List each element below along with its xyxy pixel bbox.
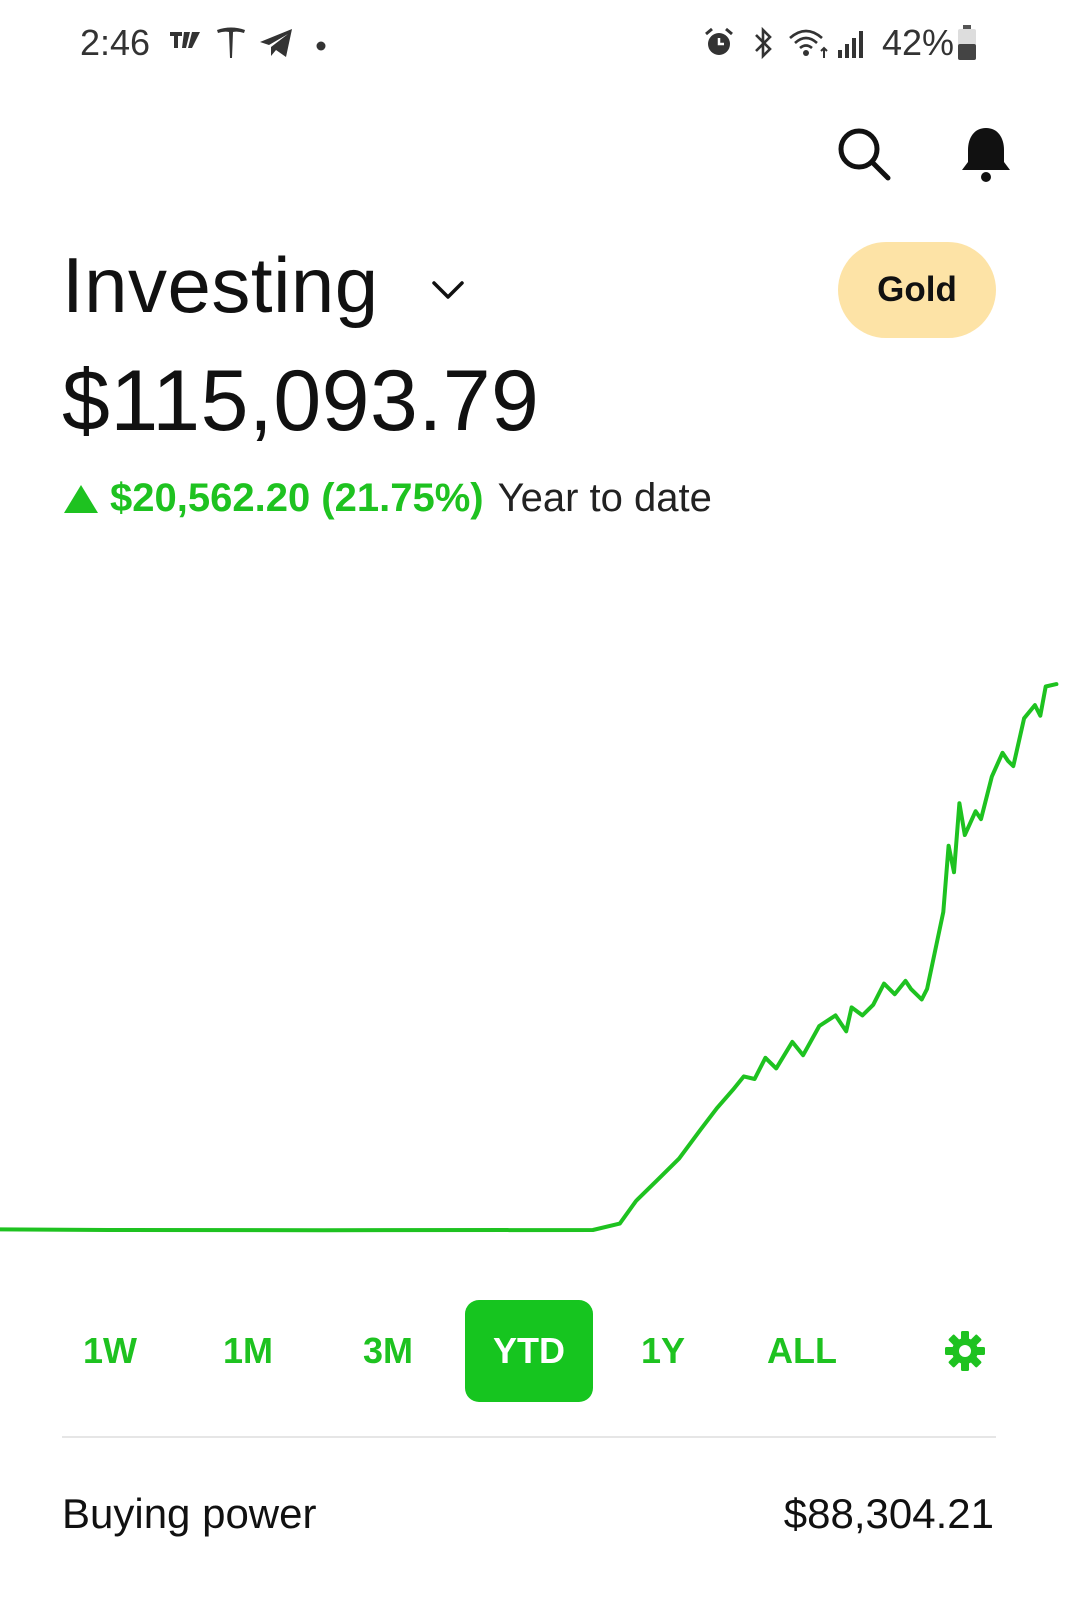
up-arrow-icon <box>64 484 98 513</box>
notifications-button[interactable] <box>958 124 1014 184</box>
search-icon <box>838 128 891 181</box>
wifi-icon <box>788 26 830 65</box>
portfolio-chart[interactable] <box>0 620 1078 1300</box>
battery-icon <box>956 24 978 67</box>
tradingview-icon <box>168 26 204 59</box>
divider <box>62 1436 996 1438</box>
change-period: Year to date <box>497 476 712 520</box>
buying-power-value[interactable]: $88,304.21 <box>780 1490 994 1538</box>
buying-power-label[interactable]: Buying power <box>62 1490 316 1538</box>
range-tabs: 1W 1M 3M YTD 1Y ALL <box>40 1300 1040 1404</box>
change-value: $20,562.20 (21.75%) <box>110 476 484 520</box>
range-tab-1y[interactable]: 1Y <box>605 1300 721 1402</box>
bluetooth-icon <box>748 26 778 65</box>
status-bar: 2:46 42% <box>0 0 1078 90</box>
chart-series-line <box>0 682 1059 1233</box>
chevron-down-icon[interactable] <box>428 275 468 305</box>
alarm-icon <box>702 26 736 65</box>
range-tab-1m[interactable]: 1M <box>190 1300 306 1402</box>
gear-icon <box>945 1331 985 1371</box>
account-title[interactable]: Investing <box>62 240 379 331</box>
portfolio-balance: $115,093.79 <box>62 353 540 449</box>
range-tab-1w[interactable]: 1W <box>52 1300 168 1402</box>
range-tab-ytd[interactable]: YTD <box>465 1300 593 1402</box>
chart-settings-button[interactable] <box>944 1330 986 1372</box>
range-tab-3m[interactable]: 3M <box>330 1300 446 1402</box>
change-row: $20,562.20 (21.75%) Year to date <box>64 476 712 521</box>
signal-icon <box>836 26 870 65</box>
bell-icon <box>962 128 1010 182</box>
telegram-icon <box>258 26 296 65</box>
dot-icon <box>316 38 326 56</box>
battery-percent: 42% <box>882 22 955 63</box>
gold-button[interactable]: Gold <box>838 242 996 338</box>
range-tab-all[interactable]: ALL <box>744 1300 860 1402</box>
search-button[interactable] <box>834 124 894 184</box>
tesla-icon <box>214 26 248 65</box>
status-time: 2:46 <box>80 22 151 63</box>
